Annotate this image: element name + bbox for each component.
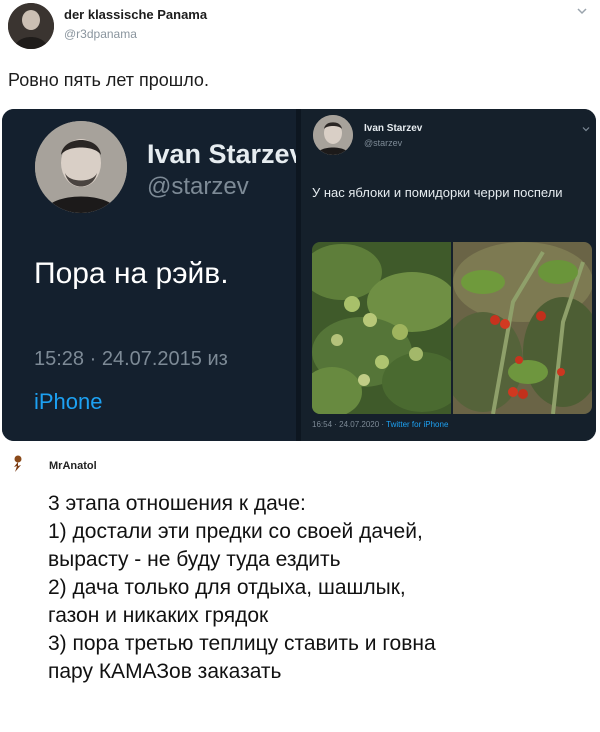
tomato-plant-photo — [453, 242, 592, 414]
commenter-name[interactable]: MrAnatol — [49, 460, 97, 472]
ivan-name-small: Ivan Starzev — [364, 123, 423, 134]
chevron-down-icon[interactable] — [575, 4, 589, 18]
ivan-handle-small: @starzev — [364, 138, 403, 148]
comment-line: 3) пора третью теплицу ставить и говна — [48, 632, 436, 655]
new-tweet-time: 16:54 · 24.07.2020 · — [312, 420, 387, 429]
ivan-avatar-small — [313, 115, 353, 155]
chevron-down-icon — [581, 121, 591, 132]
new-tweet-source: Twitter for iPhone — [386, 420, 449, 429]
comment-text: 3 этапа отношения к даче: 1) достали эти… — [48, 490, 588, 686]
author-avatar[interactable] — [8, 3, 54, 49]
old-tweet-timestamp: 15:28 · 24.07.2015 из — [34, 348, 228, 370]
ivan-name-large: Ivan Starzev — [147, 139, 296, 169]
tweet-text: Ровно пять лет прошло. — [8, 70, 209, 90]
apple-tree-photo — [312, 242, 451, 414]
tweet-media[interactable]: Ivan Starzev @starzev Пора на рэйв. 15:2… — [2, 109, 596, 441]
new-tweet-timestamp: 16:54 · 24.07.2020 · Twitter for iPhone — [312, 420, 448, 429]
comment-line: пару КАМАЗов заказать — [48, 660, 282, 683]
new-tweet-screenshot: Ivan Starzev @starzev У нас яблоки и пом… — [301, 109, 596, 441]
author-handle[interactable]: @r3dpanama — [64, 27, 137, 41]
comment-line: 1) достали эти предки со своей дачей, — [48, 520, 423, 543]
comment-line: 3 этапа отношения к даче: — [48, 492, 306, 515]
author-name[interactable]: der klassische Panama — [64, 7, 207, 22]
ivan-handle-large: @starzev — [147, 173, 249, 200]
comment-line: газон и никаких грядок — [48, 604, 269, 627]
commenter-avatar[interactable] — [8, 454, 28, 474]
new-tweet-text: У нас яблоки и помидорки черри поспели — [312, 185, 563, 200]
old-tweet-screenshot: Ivan Starzev @starzev Пора на рэйв. 15:2… — [2, 109, 296, 441]
old-tweet-text: Пора на рэйв. — [34, 257, 229, 290]
old-tweet-source: iPhone — [34, 389, 103, 414]
comment-line: 2) дача только для отдыха, шашлык, — [48, 576, 406, 599]
comment-line: вырасту - не буду туда ездить — [48, 548, 341, 571]
ivan-avatar-large — [35, 121, 127, 213]
